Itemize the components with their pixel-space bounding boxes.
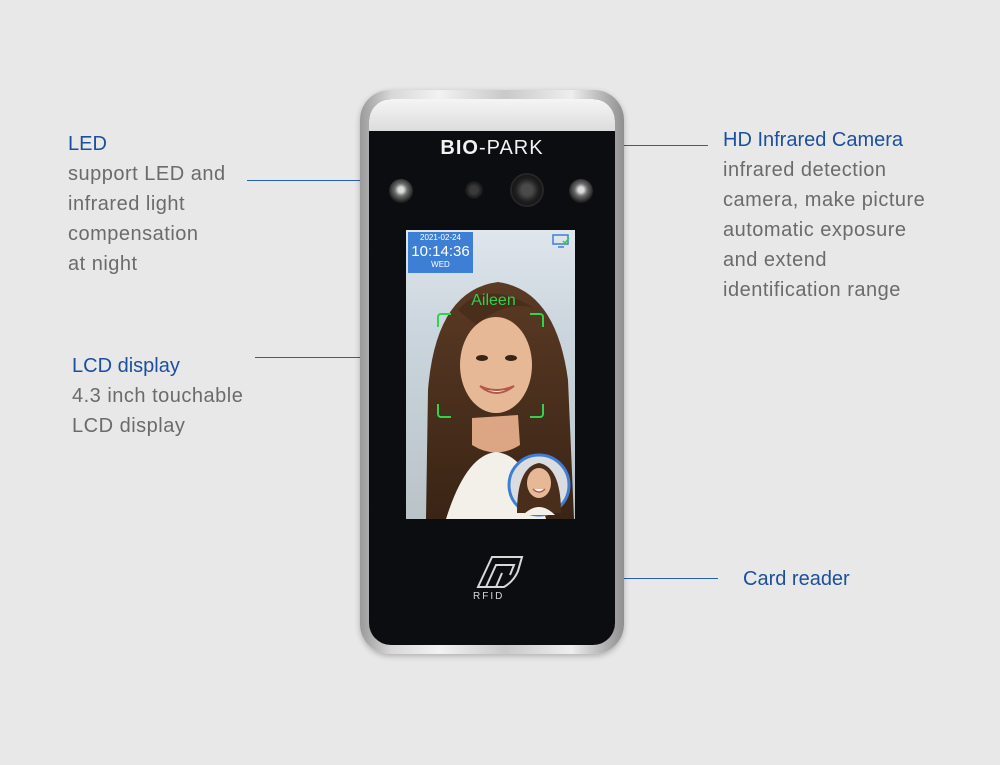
camera-lens-icon — [512, 175, 542, 205]
screen-time: 10:14:36 — [411, 243, 470, 260]
sensor-lens-icon — [465, 181, 483, 199]
led-callout-desc: support LED and infrared light compensat… — [68, 159, 226, 279]
face-recognition-terminal: BIO-PARK 2021-02-24 10:14:36 WED Aileen … — [360, 90, 624, 654]
lcd-desc-line: LCD display — [72, 415, 186, 437]
face-frame-corner — [530, 313, 544, 327]
led-callout-title: LED — [68, 133, 107, 155]
face-thumbnail — [507, 453, 571, 517]
brand-logo: BIO-PARK — [369, 137, 615, 160]
lcd-screen[interactable]: 2021-02-24 10:14:36 WED Aileen — [406, 230, 575, 519]
monitor-check-icon — [552, 234, 570, 248]
brand-bold: BIO — [440, 137, 479, 159]
clock-widget: 2021-02-24 10:14:36 WED — [408, 232, 473, 273]
device-front-panel: BIO-PARK 2021-02-24 10:14:36 WED Aileen … — [369, 99, 615, 645]
camera-desc-line: automatic exposure — [723, 219, 907, 241]
lcd-callout-desc: 4.3 inch touchable LCD display — [72, 381, 243, 441]
led-lens-icon — [569, 179, 593, 203]
screen-date: 2021-02-24 — [420, 233, 461, 242]
led-desc-line: at night — [68, 253, 138, 275]
camera-desc-line: identification range — [723, 279, 901, 301]
rfid-card-icon — [476, 556, 524, 588]
led-desc-line: infrared light — [68, 193, 186, 215]
brand-rest: -PARK — [478, 137, 544, 159]
lcd-desc-line: 4.3 inch touchable — [72, 385, 244, 407]
face-frame-corner — [437, 313, 451, 327]
led-leader-line — [247, 180, 377, 181]
card-reader-callout-title: Card reader — [743, 568, 850, 590]
led-desc-line: compensation — [68, 223, 199, 245]
recognized-user-name: Aileen — [471, 292, 516, 309]
rfid-label: RFID — [473, 591, 505, 602]
screen-weekday: WED — [431, 260, 450, 269]
device-top-strip — [369, 99, 615, 131]
face-frame-corner — [437, 404, 451, 418]
camera-desc-line: infrared detection — [723, 159, 887, 181]
camera-callout-title: HD Infrared Camera — [723, 129, 904, 151]
camera-desc-line: camera, make picture — [723, 189, 926, 211]
camera-callout-desc: infrared detection camera, make picture … — [723, 155, 925, 305]
led-lens-icon — [389, 179, 413, 203]
lcd-callout-title: LCD display — [72, 355, 180, 377]
face-frame-corner — [530, 404, 544, 418]
led-desc-line: support LED and — [68, 163, 226, 185]
camera-desc-line: and extend — [723, 249, 827, 271]
